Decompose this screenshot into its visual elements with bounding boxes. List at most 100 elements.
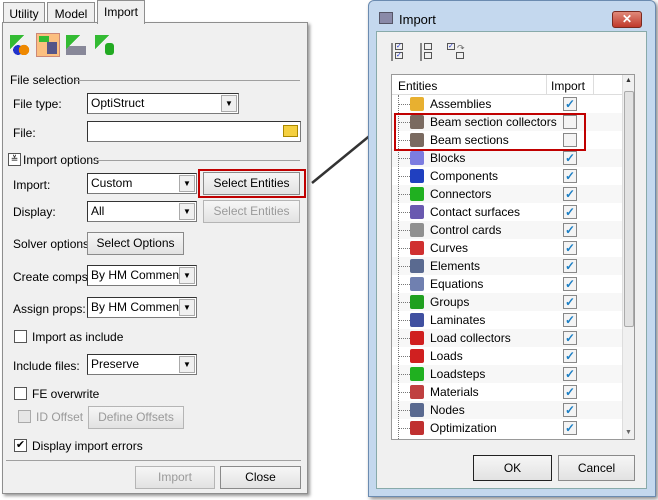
import-options-collapse-toggle[interactable]: ≚ <box>8 153 21 166</box>
scrollbar-thumb[interactable] <box>624 91 634 327</box>
list-item[interactable]: Optimization ✓ <box>392 419 622 437</box>
list-item[interactable]: Loads ✓ <box>392 347 622 365</box>
entity-icon <box>410 169 424 183</box>
entity-name: Control cards <box>430 223 502 237</box>
ok-button[interactable]: OK <box>473 455 552 481</box>
entity-name: Curves <box>430 241 469 255</box>
import-checkbox[interactable]: ✓ <box>563 295 577 309</box>
folder-open-icon[interactable] <box>283 125 298 137</box>
list-item[interactable]: Loadsteps ✓ <box>392 365 622 383</box>
close-icon[interactable]: ✕ <box>612 11 642 28</box>
import-checkbox[interactable]: ✓ <box>563 331 577 345</box>
chevron-down-icon: ▼ <box>179 203 195 220</box>
entity-name: Blocks <box>430 151 466 165</box>
import-checkbox[interactable]: ✓ <box>563 151 577 165</box>
file-type-value: OptiStruct <box>91 96 145 110</box>
file-input[interactable] <box>87 121 301 142</box>
create-comps-select[interactable]: By HM Comments ▼ <box>87 265 197 286</box>
list-item[interactable]: Load collectors ✓ <box>392 329 622 347</box>
scroll-up-icon[interactable]: ▲ <box>625 77 632 84</box>
fe-overwrite-label: FE overwrite <box>32 387 100 401</box>
import-checkbox[interactable]: ✓ <box>563 187 577 201</box>
include-files-value: Preserve <box>91 357 140 371</box>
import-as-include-checkbox[interactable] <box>14 330 27 343</box>
reverse-selection-icon[interactable]: ✓ ↷ <box>447 43 465 61</box>
import-checkbox[interactable]: ✓ <box>563 277 577 291</box>
entity-icon <box>410 349 424 363</box>
entity-icon <box>410 385 424 399</box>
file-selection-heading: File selection <box>10 73 81 87</box>
import-connectors-icon[interactable] <box>95 35 115 55</box>
import-select[interactable]: Custom ▼ <box>87 173 197 194</box>
column-header-entities[interactable]: Entities <box>398 79 437 93</box>
import-options-heading: Import options <box>23 153 100 167</box>
import-checkbox[interactable]: ✓ <box>563 169 577 183</box>
id-offset-checkbox <box>18 410 31 423</box>
select-options-button[interactable]: Select Options <box>87 232 184 255</box>
cancel-button[interactable]: Cancel <box>558 455 635 481</box>
import-checkbox[interactable]: ✓ <box>563 403 577 417</box>
list-item[interactable]: Control cards ✓ <box>392 221 622 239</box>
file-type-select[interactable]: OptiStruct ▼ <box>87 93 239 114</box>
entity-name: Nodes <box>430 403 465 417</box>
list-item[interactable]: Blocks ✓ <box>392 149 622 167</box>
create-comps-label: Create comps: <box>13 270 92 284</box>
fe-overwrite-checkbox[interactable] <box>14 387 27 400</box>
tree-connector <box>398 176 410 177</box>
list-item[interactable]: Materials ✓ <box>392 383 622 401</box>
vertical-scrollbar[interactable]: ▲ ▼ <box>622 75 634 439</box>
tree-connector <box>398 266 410 267</box>
import-model-icon[interactable] <box>10 35 30 55</box>
check-all-icon[interactable]: ✓ ✓ <box>391 43 406 61</box>
tab-import[interactable]: Import <box>97 0 145 24</box>
entity-icon <box>410 241 424 255</box>
import-checkbox[interactable]: ✓ <box>563 421 577 435</box>
list-item[interactable]: Laminates ✓ <box>392 311 622 329</box>
entity-name: Materials <box>430 385 479 399</box>
import-checkbox[interactable]: ✓ <box>563 205 577 219</box>
entity-icon <box>410 295 424 309</box>
entity-icon <box>410 367 424 381</box>
tab-model[interactable]: Model <box>47 2 95 23</box>
list-item[interactable]: Curves ✓ <box>392 239 622 257</box>
assign-props-select[interactable]: By HM Comments ▼ <box>87 297 197 318</box>
entity-name: Groups <box>430 295 470 309</box>
list-item[interactable]: Contact surfaces ✓ <box>392 203 622 221</box>
import-surface-icon[interactable] <box>66 35 86 55</box>
import-checkbox[interactable]: ✓ <box>563 241 577 255</box>
display-select[interactable]: All ▼ <box>87 201 197 222</box>
list-item[interactable]: Nodes ✓ <box>392 401 622 419</box>
scroll-down-icon[interactable]: ▼ <box>625 429 632 436</box>
highlight-box <box>394 113 586 151</box>
list-item[interactable]: Assemblies ✓ <box>392 95 622 113</box>
entity-name: Components <box>430 169 499 183</box>
import-checkbox[interactable]: ✓ <box>563 223 577 237</box>
import-checkbox[interactable]: ✓ <box>563 367 577 381</box>
import-checkbox[interactable]: ✓ <box>563 259 577 273</box>
import-geometry-mesh-icon[interactable] <box>36 33 60 57</box>
display-import-errors-checkbox[interactable]: ✔ <box>14 439 27 452</box>
entity-name: Connectors <box>430 187 492 201</box>
display-label: Display: <box>13 205 56 219</box>
include-files-select[interactable]: Preserve ▼ <box>87 354 197 375</box>
column-header-import[interactable]: Import <box>551 79 585 93</box>
list-item[interactable]: Equations ✓ <box>392 275 622 293</box>
import-label: Import: <box>13 178 51 192</box>
display-value: All <box>91 204 105 218</box>
close-button[interactable]: Close <box>220 466 301 489</box>
tree-connector <box>398 356 410 357</box>
uncheck-all-icon[interactable] <box>420 43 435 61</box>
import-checkbox[interactable]: ✓ <box>563 97 577 111</box>
list-item[interactable]: Elements ✓ <box>392 257 622 275</box>
import-checkbox[interactable]: ✓ <box>563 385 577 399</box>
entity-name: Laminates <box>430 313 486 327</box>
tree-connector <box>398 284 410 285</box>
list-item[interactable]: Connectors ✓ <box>392 185 622 203</box>
import-checkbox[interactable]: ✓ <box>563 349 577 363</box>
list-item[interactable]: Groups ✓ <box>392 293 622 311</box>
tree-connector <box>398 212 410 213</box>
list-item[interactable]: Components ✓ <box>392 167 622 185</box>
entity-icon <box>410 331 424 345</box>
import-checkbox[interactable]: ✓ <box>563 313 577 327</box>
tab-utility[interactable]: Utility <box>3 2 45 23</box>
